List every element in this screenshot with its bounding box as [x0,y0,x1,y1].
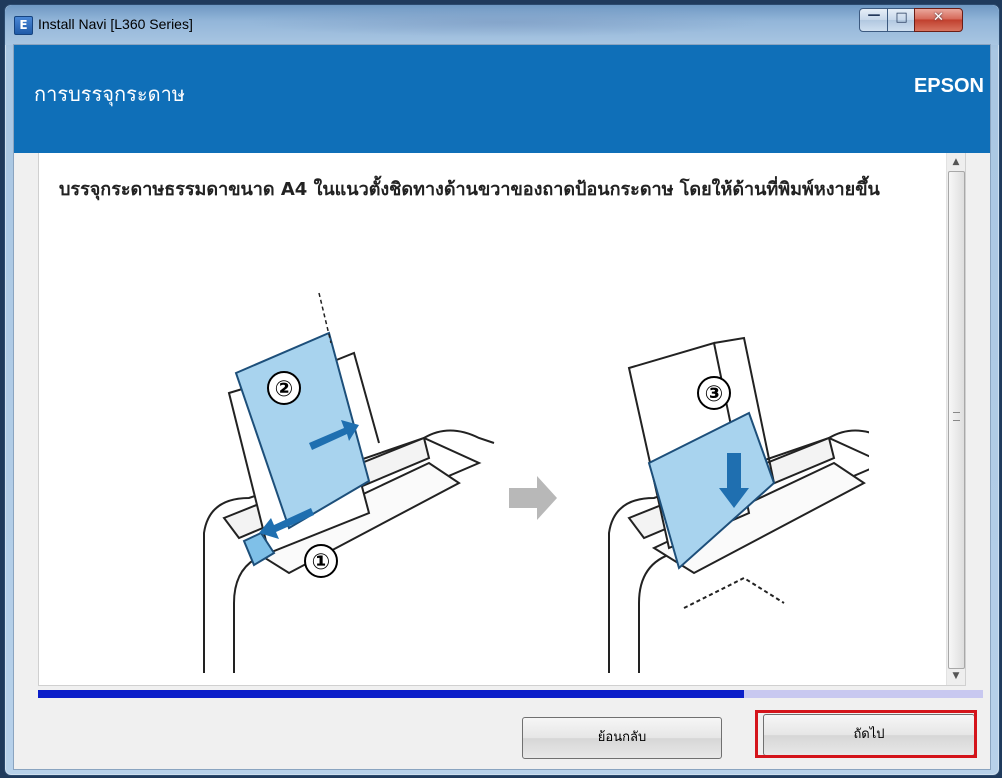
epson-app-icon: E [14,16,33,35]
page-header: การบรรจุกระดาษ EPSON [14,45,990,153]
page-title: การบรรจุกระดาษ [34,82,185,106]
window-title: Install Navi [L360 Series] [38,16,193,32]
title-bar[interactable]: E Install Navi [L360 Series] — □ ✕ [5,5,999,45]
scroll-up-icon[interactable]: ▲ [947,153,965,171]
minimize-button[interactable]: — [859,8,889,32]
progress-fill [38,690,744,698]
step-3-label: ③ [705,382,724,407]
scroll-thumb[interactable] [948,171,965,669]
step-1-label: ① [312,550,331,575]
scroll-down-icon[interactable]: ▼ [947,667,965,685]
maximize-button[interactable]: □ [887,8,916,32]
close-icon: ✕ [933,10,944,25]
back-button[interactable]: ย้อนกลับ [522,717,722,759]
next-button[interactable]: ถัดไป [763,714,975,756]
install-progress-bar [38,690,983,698]
minimize-icon: — [867,8,881,23]
title-bar-glare [245,7,765,37]
scroll-grip-icon [953,412,960,421]
epson-logo: EPSON [913,75,984,97]
step-2-label: ② [275,377,294,402]
installer-client-area: การบรรจุกระดาษ EPSON บรรจุกระดาษธรรมดาขน… [13,44,991,770]
vertical-scrollbar[interactable]: ▲ ▼ [946,153,965,685]
maximize-icon: □ [895,10,908,25]
close-button[interactable]: ✕ [914,8,963,32]
instruction-text: บรรจุกระดาษธรรมดาขนาด A4 ในแนวตั้งชิดทาง… [59,179,880,200]
paper-loading-illustration: ② ① ③ [203,292,869,673]
instruction-panel: บรรจุกระดาษธรรมดาขนาด A4 ในแนวตั้งชิดทาง… [38,153,966,686]
installer-window: E Install Navi [L360 Series] — □ ✕ การบร… [4,4,1000,776]
next-step-arrow-icon [509,476,557,520]
